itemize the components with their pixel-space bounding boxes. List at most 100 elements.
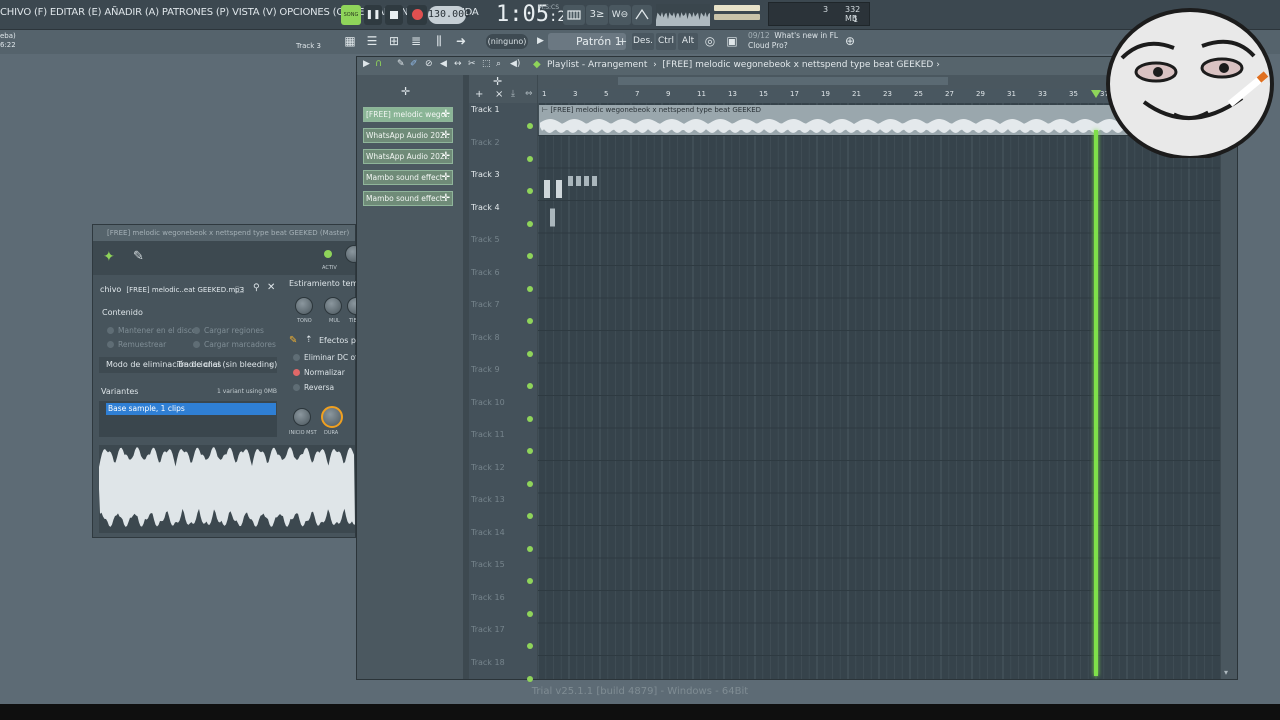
add-clip-icon[interactable]: ✛ xyxy=(442,192,450,205)
add-track-icon[interactable]: ✛ xyxy=(493,75,502,88)
track-active-led[interactable] xyxy=(527,578,533,584)
alt-key-button[interactable]: Alt xyxy=(678,33,698,50)
tempo-display[interactable]: 130.000 xyxy=(428,6,470,24)
playhead[interactable] xyxy=(1094,130,1098,676)
channel-rack-icon[interactable]: ☰ xyxy=(364,33,380,49)
news-panel[interactable]: 09/12 What's new in FL Cloud Pro? xyxy=(748,31,838,51)
wait-input-icon[interactable]: W⊖ xyxy=(609,5,631,25)
track-name[interactable]: Track 3 xyxy=(471,170,500,179)
pl-tools-icon[interactable]: ✛ xyxy=(401,85,410,98)
mixer-icon[interactable]: ⫼ xyxy=(431,33,447,49)
stop-icon[interactable] xyxy=(385,5,403,25)
track-active-led[interactable] xyxy=(527,350,533,357)
menu-item[interactable]: EDITAR (E) xyxy=(50,7,102,18)
delete-icon[interactable]: ⊘ xyxy=(425,59,433,69)
menu-item[interactable]: VISTA (V) xyxy=(232,7,277,18)
magnet-icon[interactable]: ∩ xyxy=(375,58,382,69)
select-icon[interactable]: ⬚ xyxy=(482,59,491,69)
track-name[interactable]: Track 11 xyxy=(471,430,505,439)
waveform-tab-icon[interactable]: ✦ xyxy=(103,249,115,265)
x-icon[interactable]: × xyxy=(495,89,503,100)
clip-source-item[interactable]: WhatsApp Audio 202.. ✛ xyxy=(363,128,453,143)
track-active-led[interactable] xyxy=(527,480,533,487)
playback-icon[interactable]: ◀) xyxy=(510,59,520,69)
active-led[interactable] xyxy=(324,250,332,258)
track-active-led[interactable] xyxy=(527,285,533,292)
add-clip-icon[interactable]: ✛ xyxy=(442,108,450,121)
track-name[interactable]: Track 5 xyxy=(471,235,500,244)
track-active-led[interactable] xyxy=(527,610,533,617)
track-name[interactable]: Track 9 xyxy=(471,365,500,374)
remove-dc-option[interactable]: Eliminar DC offs xyxy=(293,353,364,362)
clip-source-item[interactable]: WhatsApp Audio 202.. ✛ xyxy=(363,149,453,164)
track-name[interactable]: Track 14 xyxy=(471,528,505,537)
pattern-selector[interactable]: Patrón 1 xyxy=(548,33,626,50)
loop-marker-icon[interactable] xyxy=(1091,90,1101,98)
track-name[interactable]: Track 2 xyxy=(471,138,500,147)
reverse-option[interactable]: Reversa xyxy=(293,383,334,392)
track-name[interactable]: Track 16 xyxy=(471,593,505,602)
track-name[interactable]: Track 15 xyxy=(471,560,505,569)
add-clip-icon[interactable]: ✛ xyxy=(442,129,450,142)
track-name[interactable]: Track 6 xyxy=(471,268,500,277)
sample-waveform[interactable] xyxy=(99,445,355,533)
slip-icon[interactable]: ↔ xyxy=(454,59,462,69)
ctrl-key-button[interactable]: Ctrl xyxy=(656,33,676,50)
playlist-view-icon[interactable]: ▦ xyxy=(342,33,358,49)
track-active-led[interactable] xyxy=(527,123,533,129)
track-name[interactable]: Track 8 xyxy=(471,333,500,342)
count-in-icon[interactable]: 3≥ xyxy=(586,5,608,25)
keep-on-disk-option[interactable]: Mantener en el disco xyxy=(107,326,197,335)
master-pitch-slider[interactable] xyxy=(714,14,760,20)
normalize-option[interactable]: Normalizar xyxy=(293,368,345,377)
overview-window[interactable] xyxy=(618,77,948,85)
removal-mode-row[interactable]: Modo de eliminación de clics Tradicional … xyxy=(99,357,277,373)
track-active-led[interactable] xyxy=(527,220,533,227)
paint-icon[interactable]: ✐ xyxy=(410,59,418,69)
load-markers-option[interactable]: Cargar marcadores xyxy=(193,340,276,349)
track-name[interactable]: Track 17 xyxy=(471,625,505,634)
news-icon[interactable]: ◎ xyxy=(702,33,718,49)
wrench-icon[interactable]: ✎ xyxy=(133,249,144,264)
scroll-down-icon[interactable]: ▾ xyxy=(1224,668,1228,677)
pencil-icon[interactable]: ✎ xyxy=(397,59,405,69)
mute-icon[interactable]: ◀ xyxy=(440,59,447,69)
shift-key-button[interactable]: Des. xyxy=(632,33,654,50)
track-active-led[interactable] xyxy=(527,188,533,194)
multiplier-knob[interactable] xyxy=(324,297,342,315)
track-active-led[interactable] xyxy=(527,545,533,552)
add-clip-icon[interactable]: ✛ xyxy=(442,171,450,184)
clip-source-item[interactable]: Mambo sound effect ✛ xyxy=(363,170,453,185)
loop-record-icon[interactable] xyxy=(632,5,652,25)
track-active-led[interactable] xyxy=(527,643,533,649)
variant-item[interactable]: Base sample, 1 clips xyxy=(106,403,276,415)
track-active-led[interactable] xyxy=(527,253,533,259)
menu-item[interactable]: AÑADIR (A) xyxy=(104,7,159,18)
pin-icon[interactable]: ⚲ xyxy=(253,283,260,293)
track-name[interactable]: Track 12 xyxy=(471,463,505,472)
pitch-knob[interactable] xyxy=(295,297,313,315)
menu-item[interactable]: OPCIONES (O) xyxy=(279,7,348,18)
load-regions-option[interactable]: Cargar regiones xyxy=(193,326,264,335)
clip-source-item[interactable]: [FREE] melodic wego.. ✛ xyxy=(363,107,453,122)
resample-option[interactable]: Remuestrear xyxy=(107,340,166,349)
arrow-icon[interactable]: ▶ xyxy=(363,59,370,69)
track-name[interactable]: Track 10 xyxy=(471,398,505,407)
menu-item[interactable]: CHIVO (F) xyxy=(0,7,47,18)
pan-icon[interactable]: ⇔ xyxy=(525,89,533,99)
vertical-scrollbar[interactable]: ▾ xyxy=(1221,89,1237,679)
arrow-right-icon[interactable]: ➜ xyxy=(453,33,469,49)
arrangement-grid[interactable]: ⊢ [FREE] melodic wegonebeok x nettspend … xyxy=(538,103,1220,679)
duration-knob[interactable] xyxy=(321,406,343,428)
zoom-icon[interactable]: ⌕ xyxy=(496,59,501,69)
track-name[interactable]: Track 1 xyxy=(471,105,500,114)
plus-icon[interactable]: + xyxy=(475,89,483,100)
add-clip-icon[interactable]: ✛ xyxy=(442,150,450,163)
arrow-down-icon[interactable]: ⤓ xyxy=(511,89,515,99)
track-name[interactable]: Track 18 xyxy=(471,658,505,667)
track-active-led[interactable] xyxy=(527,513,533,519)
song-mode-toggle[interactable]: SONG xyxy=(341,5,361,25)
track-name[interactable]: Track 13 xyxy=(471,495,505,504)
track-active-led[interactable] xyxy=(527,448,533,454)
browser-icon[interactable]: ≣ xyxy=(408,33,424,49)
